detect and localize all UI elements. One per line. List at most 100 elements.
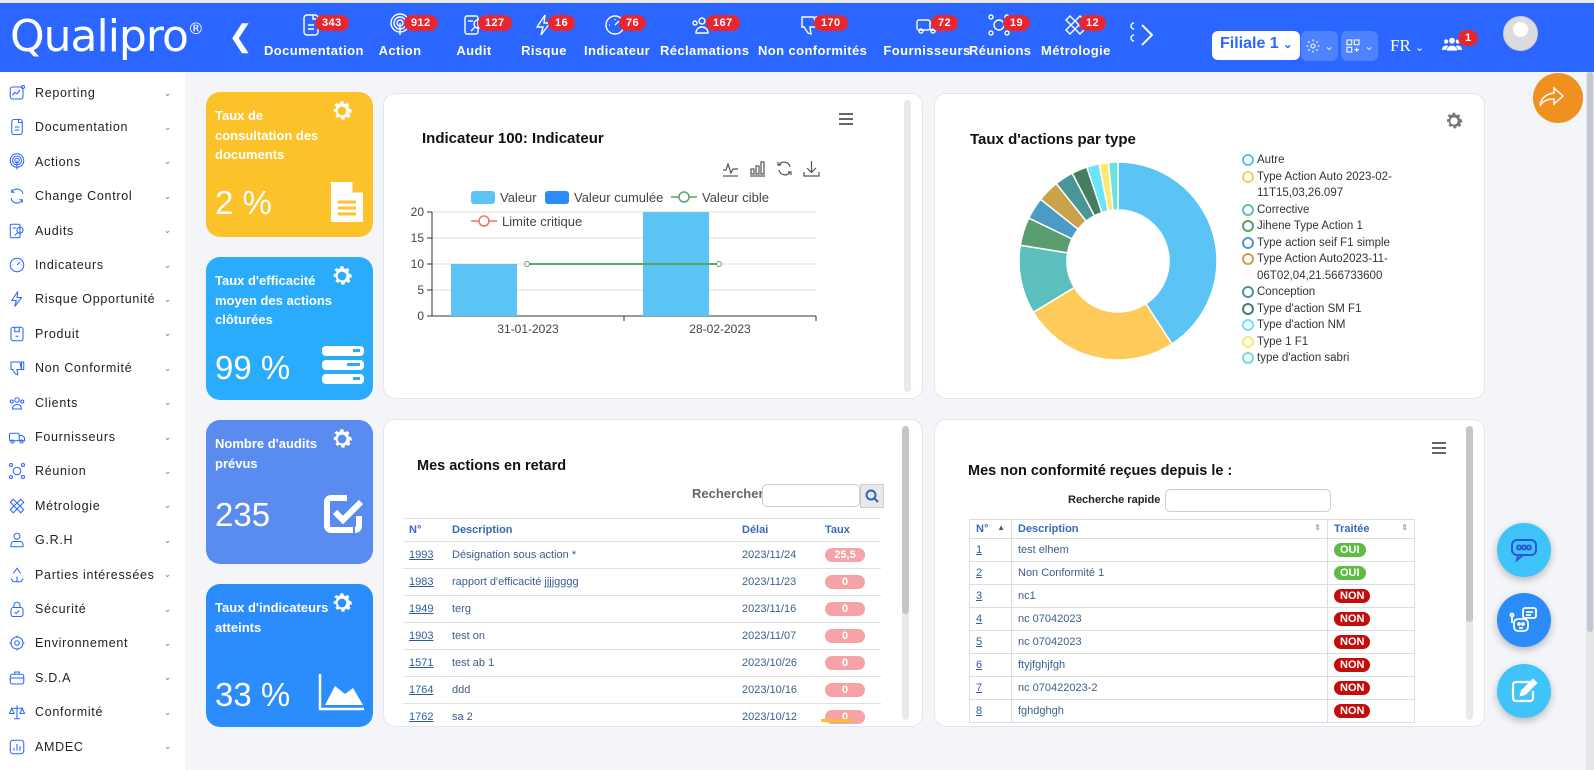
legend-item[interactable]: Type d'action NM	[1242, 317, 1422, 334]
gear-icon[interactable]	[1443, 110, 1465, 137]
legend-swatch[interactable]	[471, 191, 495, 204]
menu-icon[interactable]	[1432, 441, 1446, 459]
sidebar-item-change-control[interactable]: Change Control ⌄	[8, 183, 178, 209]
nc-id-link[interactable]: 5	[976, 636, 982, 648]
kpi-card[interactable]: Taux de consultation des documents 2 %	[206, 92, 373, 237]
action-id-link[interactable]: 1903	[409, 630, 433, 642]
legend-item[interactable]: Type Action Auto 2023-02-11T15,03,26.097	[1242, 169, 1422, 202]
nav-réunions[interactable]: 19 Réunions	[969, 13, 1031, 58]
sidebar-item-parties-intéressées[interactable]: Parties intéressées ⌄	[8, 562, 178, 588]
quick-search-input[interactable]	[1165, 489, 1331, 512]
sidebar-item-fournisseurs[interactable]: Fournisseurs ⌄	[8, 424, 178, 450]
action-id-link[interactable]: 1571	[409, 657, 433, 669]
sidebar-item-audits[interactable]: Audits ⌄	[8, 218, 178, 244]
apps-dropdown-button[interactable]: ⌄	[1341, 31, 1378, 61]
legend-item[interactable]: Conception	[1242, 284, 1422, 301]
nav-non-conformités[interactable]: 170 Non conformités	[758, 13, 867, 58]
action-id-link[interactable]: 1949	[409, 603, 433, 615]
panel-scrollbar[interactable]	[1466, 426, 1473, 720]
language-select[interactable]: FR ⌄	[1390, 36, 1424, 56]
nav-indicateur[interactable]: 76 Indicateur	[584, 13, 650, 58]
legend-item[interactable]: Type d'action SM F1	[1242, 301, 1422, 318]
nav-réclamations[interactable]: 167 Réclamations	[660, 13, 749, 58]
column-header-id[interactable]: N° ▲	[969, 519, 1012, 539]
qualipro-logo[interactable]: Qualipro®	[10, 11, 204, 62]
sidebar-item-sécurité[interactable]: Sécurité ⌄	[8, 596, 178, 622]
column-header-description[interactable]: Description ⇕	[1011, 519, 1328, 539]
nav-prev-arrow-icon[interactable]: ❮	[228, 19, 253, 54]
nc-id-link[interactable]: 4	[976, 613, 982, 625]
chatbot-fab[interactable]	[1497, 593, 1551, 647]
nav-métrologie[interactable]: 12 Métrologie	[1041, 13, 1110, 58]
legend-swatch[interactable]	[545, 191, 569, 204]
sidebar-item-indicateurs[interactable]: Indicateurs ⌄	[8, 252, 178, 278]
action-id-link[interactable]: 1762	[409, 711, 433, 723]
legend-label[interactable]: Limite critique	[502, 214, 582, 229]
sidebar-item-risque-opportunité[interactable]: Risque Opportunité ⌄	[8, 286, 178, 312]
sidebar-item-réunion[interactable]: Réunion ⌄	[8, 458, 178, 484]
refresh-icon[interactable]	[776, 160, 793, 177]
bar-valeur[interactable]	[451, 264, 517, 316]
kpi-card[interactable]: Taux d'indicateurs atteints 33 %	[206, 584, 373, 727]
panel-scrollbar[interactable]	[902, 426, 909, 720]
nav-documentation[interactable]: 343 Documentation	[264, 13, 363, 58]
column-header-description[interactable]: Description	[446, 518, 736, 542]
legend-item[interactable]: Autre	[1242, 152, 1422, 169]
kpi-card[interactable]: Nombre d'audits prévus 235	[206, 420, 373, 564]
filiale-select[interactable]: Filiale 1 ⌄	[1212, 31, 1301, 60]
nc-id-link[interactable]: 8	[976, 705, 982, 717]
sidebar-item-non-conformité[interactable]: Non Conformité ⌄	[8, 355, 178, 381]
page-scrollbar[interactable]	[1586, 72, 1594, 770]
share-fab[interactable]	[1533, 73, 1583, 123]
download-icon[interactable]	[803, 160, 820, 177]
column-header-delai[interactable]: Délai	[736, 518, 819, 542]
legend-item[interactable]: Jihene Type Action 1	[1242, 218, 1422, 235]
legend-item[interactable]: Type 1 F1	[1242, 334, 1422, 351]
nav-fournisseurs[interactable]: 72 Fournisseurs	[873, 13, 981, 58]
legend-label[interactable]: Valeur	[500, 190, 537, 205]
sidebar-item-métrologie[interactable]: Métrologie ⌄	[8, 493, 178, 519]
nav-next-arrow-icon[interactable]	[1128, 19, 1158, 57]
sidebar-item-amdec[interactable]: AMDEC ⌄	[8, 734, 178, 760]
actions-search-input[interactable]	[762, 484, 860, 507]
sidebar-item-documentation[interactable]: Documentation ⌄	[8, 114, 178, 140]
nc-id-link[interactable]: 7	[976, 682, 982, 694]
team-notifications[interactable]: 1	[1442, 30, 1479, 57]
legend-item[interactable]: Type Action Auto2023-11-06T02,04,21.5667…	[1242, 251, 1422, 284]
nc-id-link[interactable]: 6	[976, 659, 982, 671]
point-valeur-cible[interactable]	[716, 261, 722, 267]
chat-fab[interactable]	[1497, 523, 1551, 577]
nav-action[interactable]: 912 Action	[370, 13, 438, 58]
gear-icon[interactable]	[329, 590, 355, 621]
nc-id-link[interactable]: 1	[976, 544, 982, 556]
user-avatar[interactable]	[1503, 16, 1538, 51]
sidebar-item-produit[interactable]: Produit ⌄	[8, 321, 178, 347]
column-header-id[interactable]: N°	[403, 518, 446, 542]
point-valeur-cible[interactable]	[524, 261, 530, 267]
legend-item[interactable]: type d'action sabri	[1242, 350, 1422, 367]
search-button[interactable]	[860, 484, 884, 508]
action-id-link[interactable]: 1983	[409, 576, 433, 588]
sidebar-item-clients[interactable]: Clients ⌄	[8, 390, 178, 416]
gear-icon[interactable]	[329, 263, 355, 294]
action-id-link[interactable]: 1993	[409, 549, 433, 561]
sidebar-item-g-r-h[interactable]: G.R.H ⌄	[8, 527, 178, 553]
gear-icon[interactable]	[329, 426, 355, 457]
kpi-card[interactable]: Taux d'efficacité moyen des actions clôt…	[206, 257, 373, 400]
sidebar-item-environnement[interactable]: Environnement ⌄	[8, 630, 178, 656]
nav-risque[interactable]: 16 Risque	[520, 13, 576, 58]
panel-scrollbar[interactable]	[904, 100, 911, 392]
bar-chart-toggle-icon[interactable]	[749, 160, 766, 177]
legend-label[interactable]: Valeur cible	[702, 190, 769, 205]
line-chart-toggle-icon[interactable]	[722, 160, 739, 177]
column-header-traitee[interactable]: Traitée ⇕	[1327, 519, 1415, 539]
sidebar-item-reporting[interactable]: Reporting ⌄	[8, 80, 178, 106]
legend-item[interactable]: Type action seif F1 simple	[1242, 235, 1422, 252]
chart-menu-icon[interactable]	[839, 112, 853, 130]
sidebar-item-actions[interactable]: Actions ⌄	[8, 149, 178, 175]
column-header-taux[interactable]: Taux	[819, 518, 881, 542]
sidebar-item-s-d-a[interactable]: S.D.A ⌄	[8, 665, 178, 691]
sidebar-item-conformité[interactable]: Conformité ⌄	[8, 699, 178, 725]
action-id-link[interactable]: 1764	[409, 684, 433, 696]
nav-audit[interactable]: 127 Audit	[444, 13, 512, 58]
